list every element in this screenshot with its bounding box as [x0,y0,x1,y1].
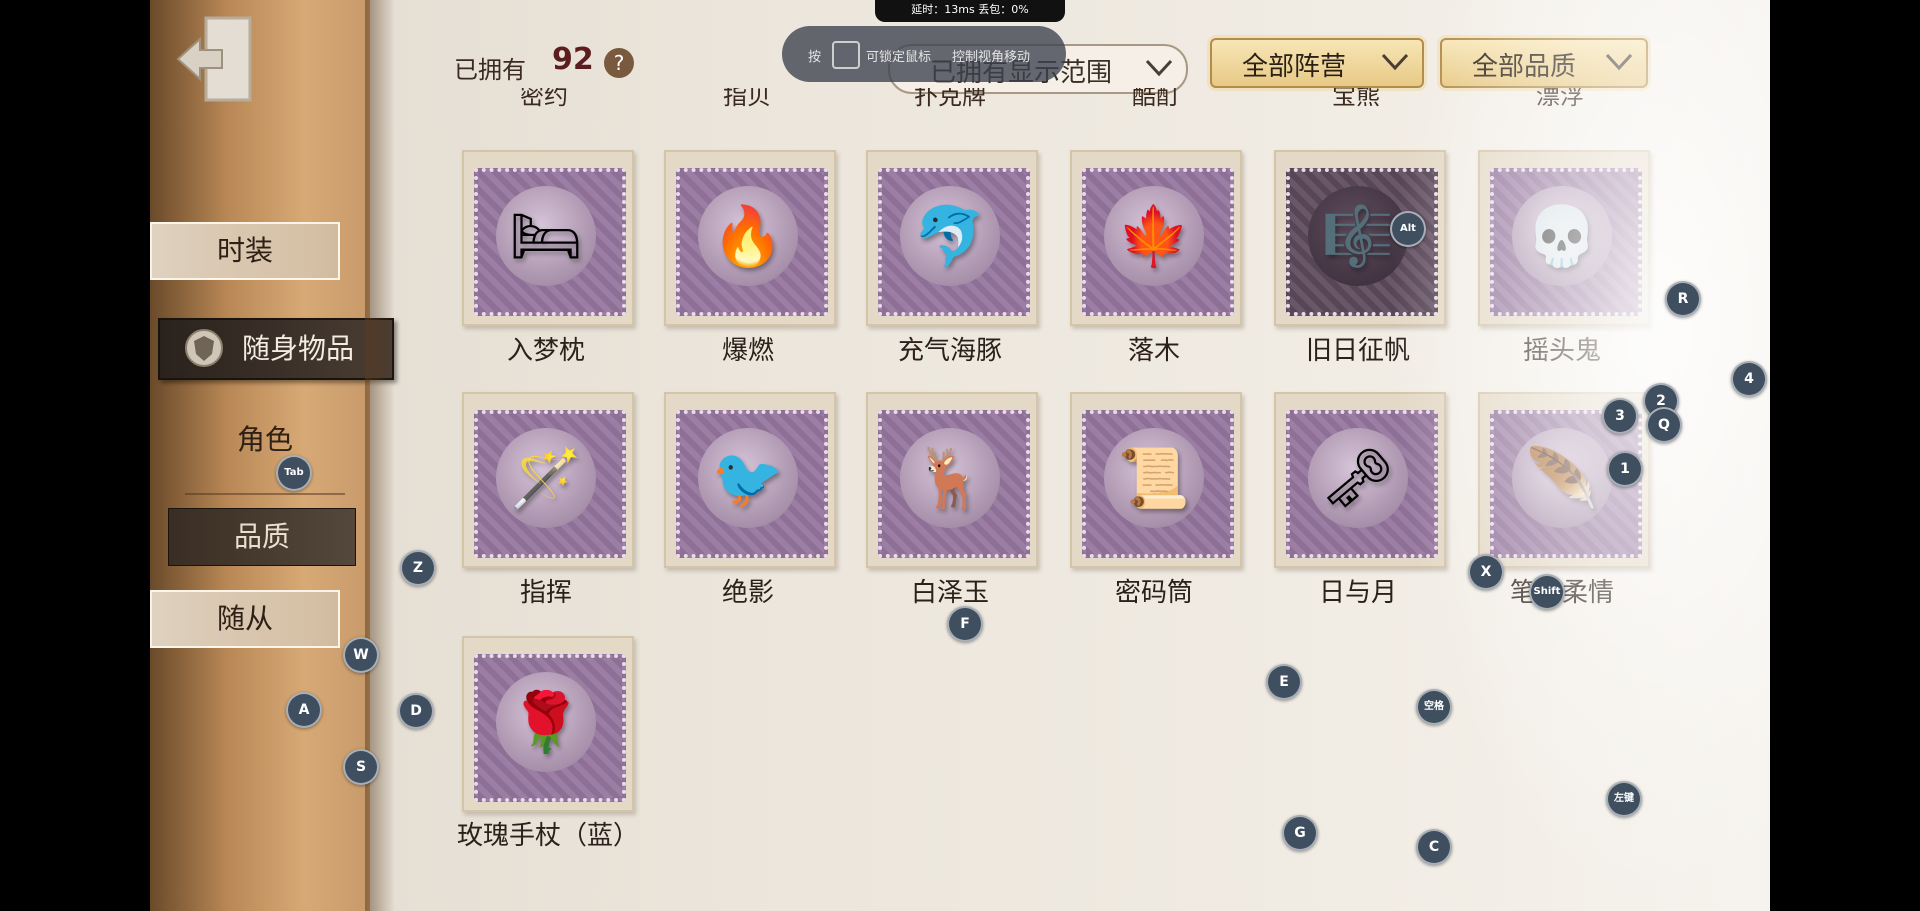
key-w[interactable]: W [343,637,379,673]
sidebar-divider [185,493,345,495]
hint-move: 控制视角移动 [952,50,1031,65]
blue-rose-cane-icon: 🌹 [509,688,583,756]
partial-item-name: 宝熊 [1332,88,1380,110]
owned-label: 已拥有 [454,56,526,84]
quality-filter-dropdown[interactable]: 全部品质 [1440,38,1648,88]
help-symbol: ? [613,51,625,75]
key-e[interactable]: E [1266,664,1302,700]
item-card[interactable]: 🌹 [462,636,634,814]
leaves-frame-icon: 🍁 [1117,202,1191,270]
item-name: 充气海豚 [897,336,1002,366]
key-3[interactable]: 3 [1602,398,1638,434]
item-name: 绝影 [721,578,774,608]
camp-filter-label: 全部阵营 [1242,52,1347,82]
game-screen: 时装 随身物品 角色 品质 随从 已拥有 92 ? 已拥有显示范围 全部阵营 全… [150,0,1770,911]
tab-role-label: 角色 [236,423,293,456]
key-q[interactable]: Q [1646,407,1682,443]
tab-fashion[interactable]: 时装 [150,222,340,280]
key-space[interactable]: 空格 [1416,689,1452,725]
tab-follower[interactable]: 随从 [150,590,340,648]
item-name: 旧日征帆 [1305,336,1410,366]
pillow-icon: 🛏 [509,202,583,270]
key-d[interactable]: D [398,693,434,729]
item-card[interactable]: 📜 [1070,392,1242,570]
chevron-down-icon [1605,53,1633,71]
tab-follower-label: 随从 [216,602,273,635]
camp-filter-dropdown[interactable]: 全部阵营 [1210,38,1424,88]
sun-key-icon: 🗝 [1321,444,1395,512]
key-tab[interactable]: Tab [276,455,312,491]
skull-rattle-icon: 💀 [1525,202,1599,270]
help-icon[interactable]: ? [604,48,634,78]
item-card[interactable]: 💀 [1478,150,1650,328]
key-x[interactable]: X [1468,554,1504,590]
key-r[interactable]: R [1665,281,1701,317]
quality-filter-label: 全部品质 [1472,52,1577,82]
tab-items-label: 随身物品 [242,332,355,365]
key-alt[interactable]: Alt [1390,211,1426,247]
key-4[interactable]: 4 [1731,361,1767,397]
key-g[interactable]: G [1282,815,1318,851]
mouse-lock-hint: 按 可锁定鼠标 控制视角移动 [782,26,1066,82]
key-shift[interactable]: Shift [1529,574,1565,610]
baton-icon: 🪄 [509,444,583,512]
shield-icon [185,329,223,367]
exit-icon[interactable] [170,12,260,107]
chevron-down-icon [1381,53,1409,71]
owned-count: 92 [552,42,594,77]
key-c[interactable]: C [1416,829,1452,865]
keyboard-key-icon [832,41,860,69]
partial-item-name: 指贝 [723,88,771,110]
item-card[interactable]: 🍁 [1070,150,1242,328]
tab-quality[interactable]: 品质 [168,508,356,566]
item-name: 入梦枕 [506,336,585,366]
key-left-click[interactable]: 左键 [1606,781,1642,817]
hint-press: 按 [808,50,822,65]
item-card[interactable]: 🔥 [664,150,836,328]
partial-item-name: 酷酊 [1132,88,1180,110]
item-card[interactable]: 🦌 [866,392,1038,570]
crow-icon: 🐦 [711,444,785,512]
item-name: 密码筒 [1114,578,1193,608]
key-s[interactable]: S [343,749,379,785]
item-card[interactable]: 🪄 [462,392,634,570]
key-f[interactable]: F [947,606,983,642]
torch-icon: 🔥 [711,202,785,270]
item-name: 摇头鬼 [1522,336,1601,366]
key-1[interactable]: 1 [1607,451,1643,487]
network-stats-text: 延时：13ms 丢包：0% [911,3,1029,16]
dolphin-icon: 🐬 [913,202,987,270]
item-card[interactable]: 🐬 [866,150,1038,328]
cryptex-icon: 📜 [1117,444,1191,512]
tab-quality-label: 品质 [233,520,290,553]
partial-item-name: 漂浮 [1536,88,1584,110]
item-name: 爆燃 [721,336,774,366]
tab-fashion-label: 时装 [216,234,273,267]
jade-deer-icon: 🦌 [913,444,987,512]
item-name: 落木 [1127,336,1180,366]
item-card[interactable]: 🐦 [664,392,836,570]
item-name: 指挥 [519,578,572,608]
hint-lock: 可锁定鼠标 [866,50,932,65]
item-card[interactable]: 🛏 [462,150,634,328]
partial-item-name: 密约 [520,88,568,110]
item-card[interactable]: 🗝 [1274,392,1446,570]
item-name: 白泽玉 [910,578,989,608]
item-name: 日与月 [1318,578,1397,608]
tab-items[interactable]: 随身物品 [158,318,394,380]
key-z[interactable]: Z [400,550,436,586]
quill-icon: 🪶 [1525,444,1599,512]
network-stats: 延时：13ms 丢包：0% [875,0,1065,22]
left-panel: 时装 随身物品 角色 品质 随从 [150,0,395,911]
partial-item-name: 扑克牌 [914,88,986,110]
key-a[interactable]: A [286,692,322,728]
chevron-down-icon [1145,59,1173,77]
item-name: 玫瑰手杖（蓝） [456,821,639,851]
